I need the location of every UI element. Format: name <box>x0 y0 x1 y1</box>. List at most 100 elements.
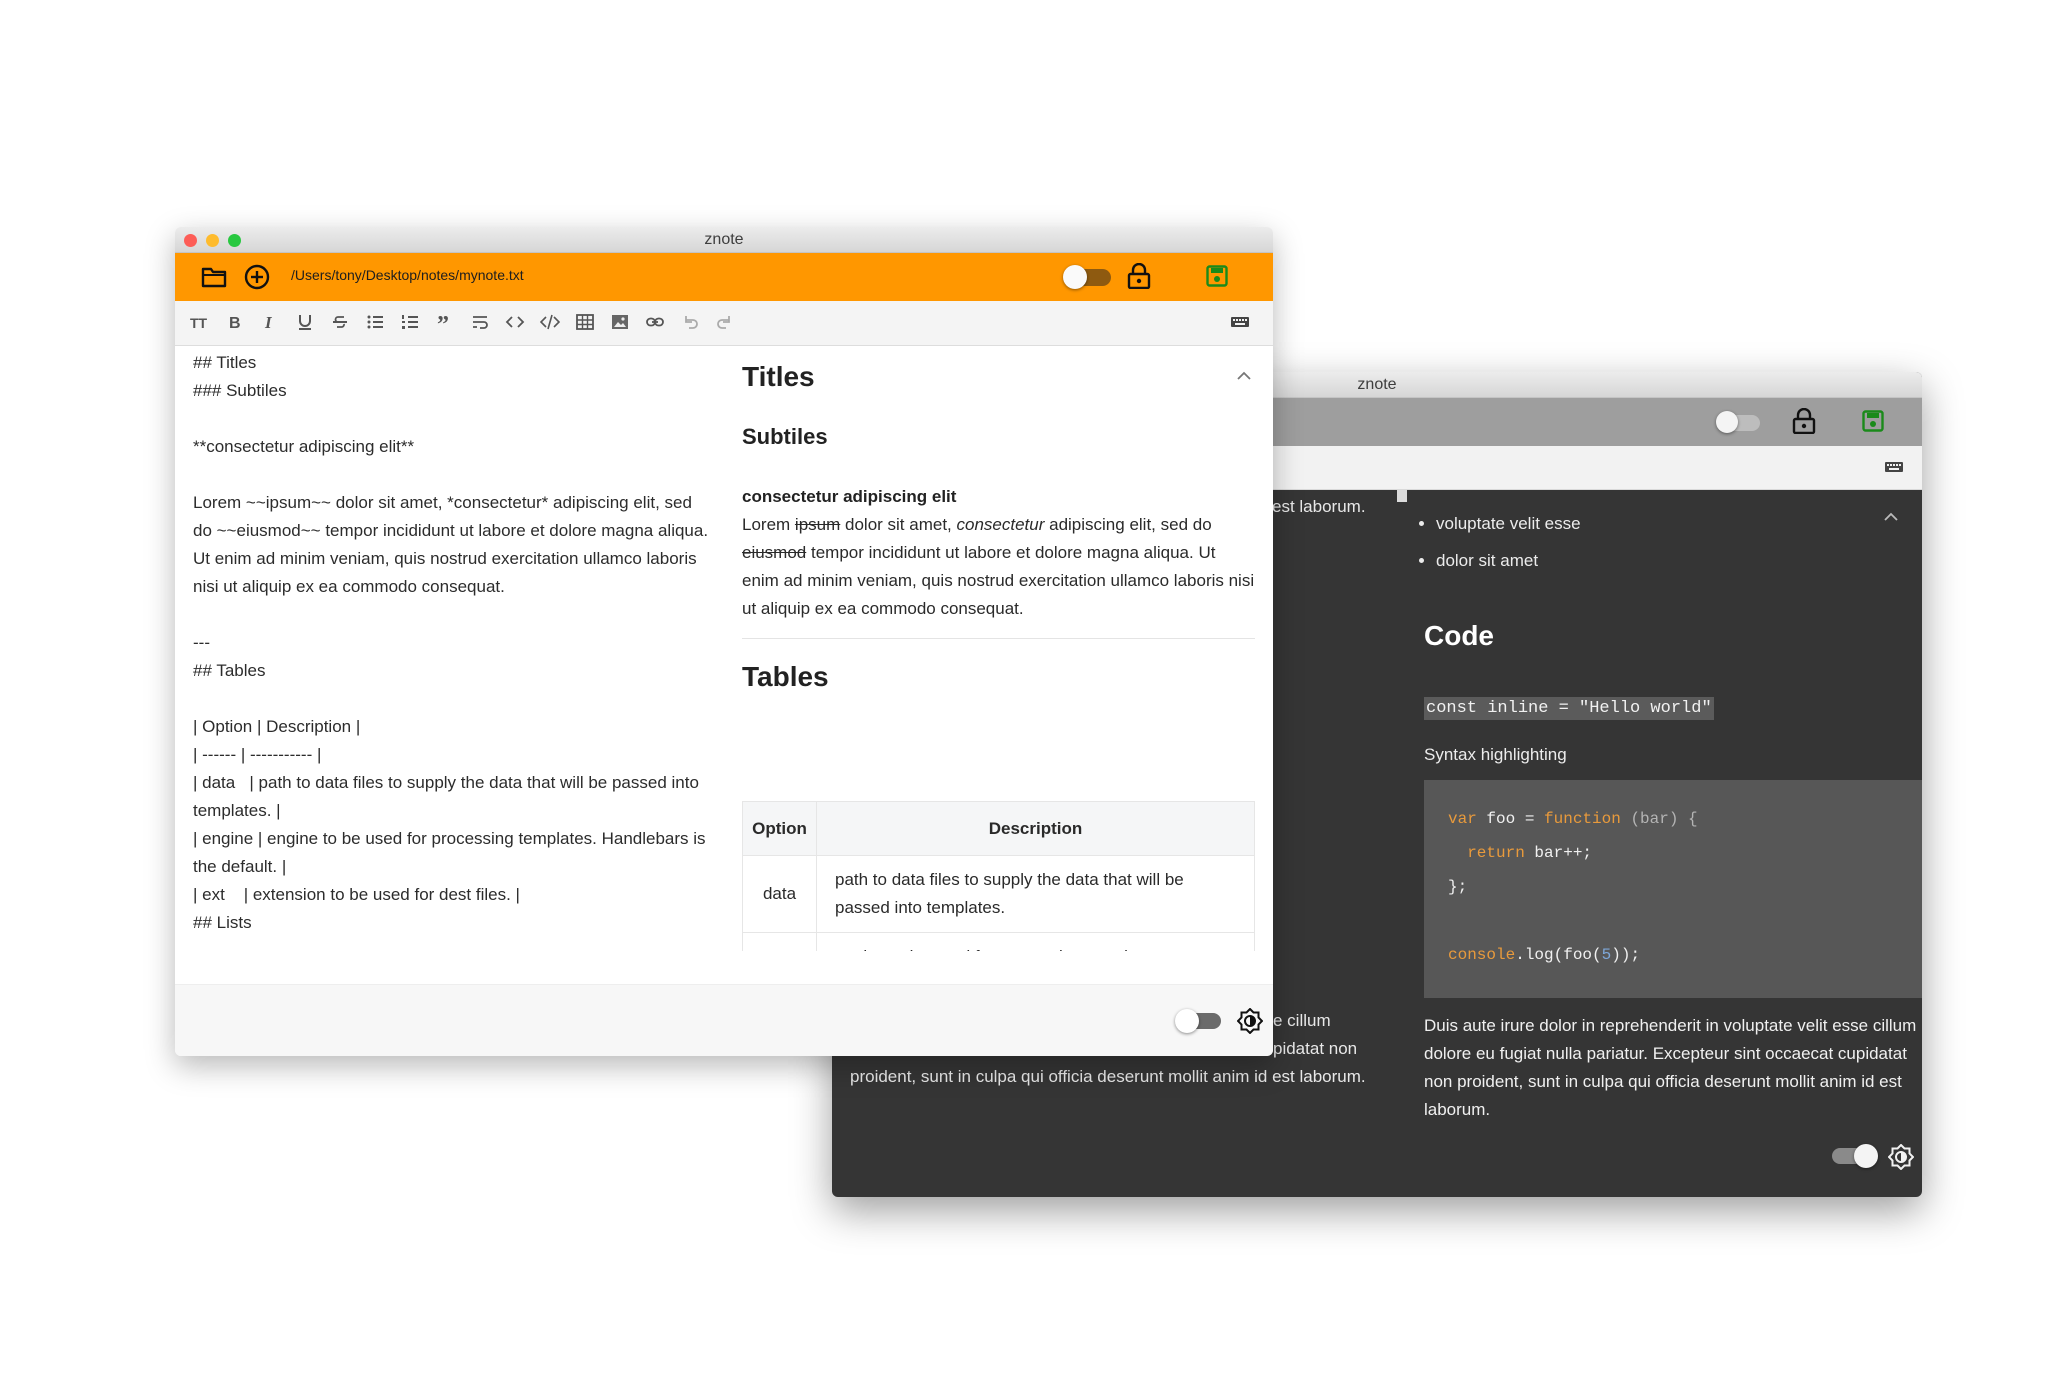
strikethrough-icon[interactable] <box>330 312 350 332</box>
bold-icon[interactable]: B <box>225 312 245 332</box>
lock-icon[interactable] <box>1127 263 1151 289</box>
code-block: var foo = function (bar) { return bar++;… <box>1424 780 1922 998</box>
para-text: tempor incididunt ut labore et dolore ma… <box>742 543 1255 618</box>
editor-line: --- <box>193 633 210 652</box>
link-icon[interactable] <box>645 312 665 332</box>
markdown-editor[interactable]: ## Titles ### Subtiles **consectetur adipi… <box>193 349 713 951</box>
preview-paragraph: Lorem ipsum dolor sit amet, consectetur … <box>742 511 1257 623</box>
preview-tables-heading: Tables <box>742 661 829 692</box>
para-text: dolor sit amet, <box>840 515 957 534</box>
footer-toggle[interactable] <box>1175 1009 1221 1033</box>
code-number: 5 <box>1601 946 1612 964</box>
brightness-icon[interactable] <box>1888 1144 1914 1170</box>
italic-icon[interactable]: I <box>260 312 280 332</box>
maximize-window-button[interactable] <box>228 234 241 247</box>
dark-paragraph: Duis aute irure dolor in reprehenderit i… <box>1424 1016 1917 1119</box>
add-circle-icon[interactable] <box>244 264 270 290</box>
wrap-icon[interactable] <box>470 312 490 332</box>
inline-code: const inline = "Hello world" <box>1424 697 1714 720</box>
light-window: znote /Users/tony/Desktop/notes/mynote.t… <box>175 227 1273 1056</box>
chevron-up-icon[interactable] <box>1235 369 1253 383</box>
editor-line: | ------ | ----------- | <box>193 745 322 764</box>
code-keyword: return <box>1448 844 1525 862</box>
minimize-window-button[interactable] <box>206 234 219 247</box>
dark-editor-fragment-1: e cillum <box>1273 1011 1331 1030</box>
dark-footer-toggle[interactable] <box>1832 1144 1878 1168</box>
light-header: /Users/tony/Desktop/notes/mynote.txt <box>175 253 1273 301</box>
brightness-icon[interactable] <box>1237 1008 1263 1034</box>
para-text: adipiscing elit, sed do <box>1044 515 1212 534</box>
table-icon[interactable] <box>575 312 595 332</box>
bullet-list-icon[interactable] <box>365 312 385 332</box>
code-heading: Code <box>1424 620 1494 651</box>
table-cell: engine <box>742 932 817 951</box>
table-row: engine engine to be used for processing … <box>742 932 1255 951</box>
formatting-toolbar: TT B I ” <box>175 301 1273 346</box>
preview-divider <box>742 638 1255 639</box>
svg-text:B: B <box>229 315 241 332</box>
syntax-label: Syntax highlighting <box>1424 745 1567 764</box>
preview-subtiles: Subtiles <box>742 424 828 449</box>
code-text: foo = <box>1476 810 1545 828</box>
file-path: /Users/tony/Desktop/notes/mynote.txt <box>291 267 524 283</box>
close-window-button[interactable] <box>184 234 197 247</box>
table-header-cell: Description <box>816 801 1255 856</box>
keyboard-icon[interactable] <box>1884 457 1904 477</box>
chevron-up-icon[interactable] <box>1882 510 1900 524</box>
light-titlebar: znote <box>175 227 1273 253</box>
numbered-list-icon[interactable] <box>400 312 420 332</box>
folder-icon[interactable] <box>201 266 227 288</box>
table-header-cell: Option <box>742 801 817 856</box>
code-text: (bar) { <box>1620 810 1698 828</box>
heading-icon[interactable]: TT <box>189 312 209 332</box>
editor-line: | engine | engine to be used for process… <box>193 829 711 876</box>
undo-icon[interactable] <box>680 312 700 332</box>
table-cell: engine to be used for processing templat… <box>816 932 1255 951</box>
para-emphasis: consectetur <box>956 515 1045 534</box>
lock-icon[interactable] <box>1792 408 1816 434</box>
para-text: Lorem <box>742 515 795 534</box>
editor-line: | Option | Description | <box>193 717 361 736</box>
svg-text:TT: TT <box>190 315 208 331</box>
image-icon[interactable] <box>610 312 630 332</box>
preview-bold-text: consectetur adipiscing elit <box>742 487 957 506</box>
editor-line: ## Tables <box>193 661 266 680</box>
code-block-icon[interactable] <box>540 312 560 332</box>
markdown-preview: Titles Subtiles consectetur adipiscing e… <box>742 346 1262 951</box>
code-keyword: console <box>1448 946 1516 964</box>
svg-text:”: ” <box>437 312 449 332</box>
dark-editor-fade <box>832 1094 1394 1134</box>
dark-header-toggle[interactable] <box>1716 411 1762 433</box>
dark-window-title: znote <box>1357 376 1397 393</box>
redo-icon[interactable] <box>715 312 735 332</box>
code-icon[interactable] <box>505 312 525 332</box>
underline-icon[interactable] <box>295 312 315 332</box>
table-cell: path to data files to supply the data th… <box>816 855 1255 933</box>
table-header-row: Option Description <box>742 801 1255 856</box>
table-row: data path to data files to supply the da… <box>742 855 1255 933</box>
svg-text:I: I <box>264 313 273 332</box>
save-icon[interactable] <box>1862 410 1884 432</box>
editor-line: | data | path to data files to supply th… <box>193 773 704 820</box>
editor-line: ## Lists <box>193 913 252 932</box>
dark-editor-fragment-top: est laborum. <box>1272 497 1366 516</box>
keyboard-icon[interactable] <box>1230 312 1250 332</box>
code-keyword: function <box>1544 810 1621 828</box>
dark-editor-scrollbar[interactable] <box>1397 490 1407 502</box>
para-strike: ipsum <box>794 515 841 534</box>
code-text: )); <box>1611 946 1641 964</box>
table-cell: data <box>742 855 817 933</box>
preview-table: Option Description data path to data fil… <box>742 801 1255 951</box>
light-footer <box>175 984 1273 1056</box>
quote-icon[interactable]: ” <box>435 312 455 332</box>
dark-bullet-list: voluptate velit esse dolor sit amet <box>1394 505 1581 579</box>
save-icon[interactable] <box>1206 265 1228 287</box>
code-text: .log(foo( <box>1515 946 1602 964</box>
editor-line: Lorem ~~ipsum~~ dolor sit amet, *consect… <box>193 493 713 596</box>
header-toggle[interactable] <box>1063 265 1111 289</box>
light-window-title: znote <box>704 231 744 248</box>
